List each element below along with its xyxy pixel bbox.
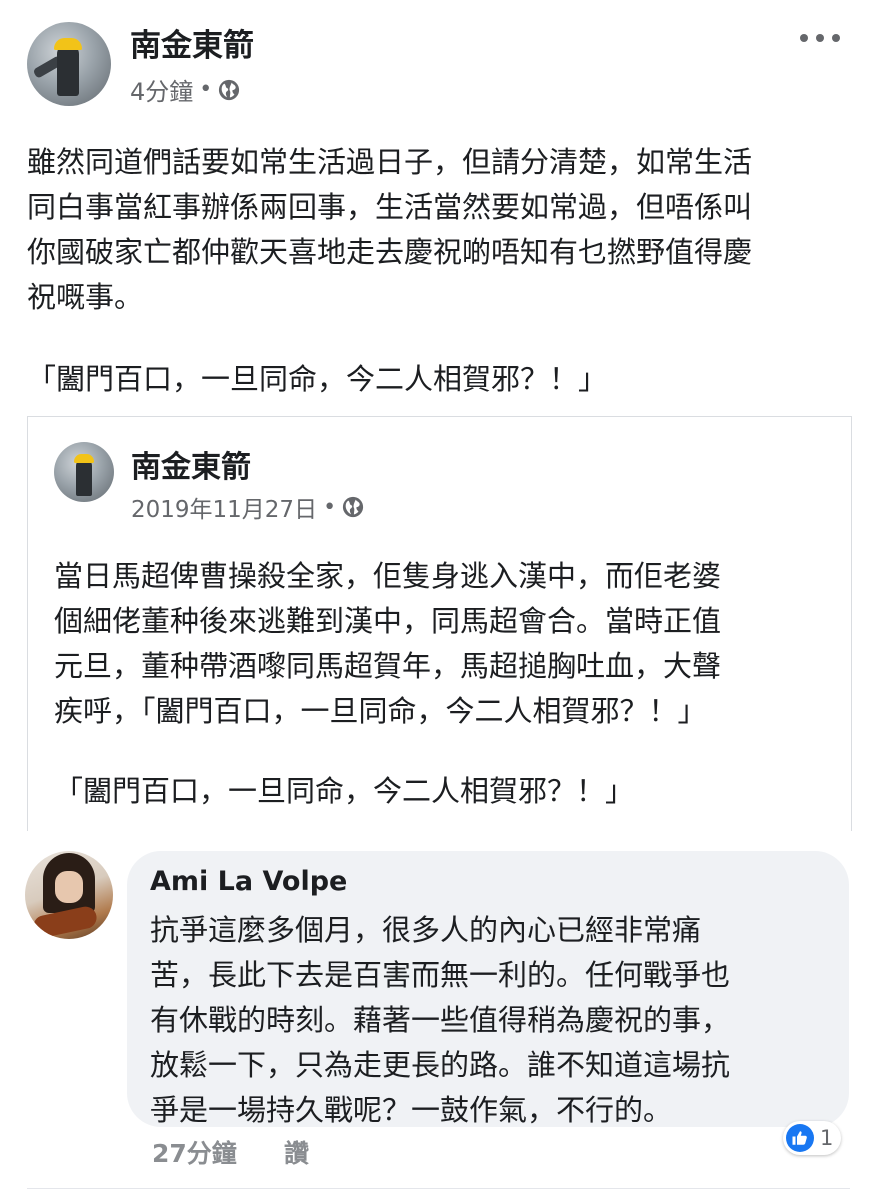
comment-author-name[interactable]: Ami La Volpe [150, 866, 347, 897]
meta-separator: • [199, 77, 213, 102]
comment-body-text: 抗爭這麼多個月，很多人的內心已經非常痛 苦，長此下去是百害而無一利的。任何戰爭也… [150, 913, 731, 1127]
more-dot [816, 34, 824, 42]
shared-post-meta: 2019年11月27日 • [131, 490, 364, 524]
post-author-avatar[interactable] [27, 22, 111, 106]
avatar-face-shape [55, 871, 83, 903]
post-timestamp[interactable]: 4分鐘 [130, 72, 193, 107]
post-quote-text: 「闔門百口，一旦同命，今二人相賀邪？！」 [27, 362, 608, 396]
reaction-count: 1 [820, 1126, 834, 1150]
meta-separator: • [323, 494, 337, 520]
more-options-icon[interactable] [800, 24, 840, 52]
post-author-name[interactable]: 南金東箭 [130, 20, 254, 65]
like-icon [786, 1124, 814, 1152]
post-meta: 4分鐘 • [130, 72, 240, 107]
comment-timestamp[interactable]: 27分鐘 [152, 1134, 237, 1170]
shared-post-body-text: 當日馬超俾曹操殺全家，佢隻身逃入漢中，而佢老婆 個細佬董种後來逃難到漢中，同馬超… [54, 559, 722, 728]
shared-author-name[interactable]: 南金東箭 [131, 442, 251, 486]
comment-reaction-summary[interactable]: 1 [783, 1121, 842, 1155]
more-dot [800, 34, 808, 42]
globe-icon[interactable] [342, 496, 364, 518]
globe-icon[interactable] [218, 79, 240, 101]
avatar-violin-shape [31, 904, 99, 939]
shared-post-date[interactable]: 2019年11月27日 [131, 490, 317, 524]
post-body-text: 雖然同道們話要如常生活過日子，但請分清楚，如常生活 同白事當紅事辦係兩回事，生活… [27, 145, 753, 314]
avatar-helmet-shape [54, 38, 82, 50]
shared-post-card[interactable]: 南金東箭 2019年11月27日 • 當日馬超俾曹操殺全家，佢隻身逃入漢中，而佢… [27, 416, 852, 831]
avatar-helmet-shape [74, 454, 94, 463]
divider [27, 1188, 850, 1189]
avatar-figure-shape [57, 44, 79, 96]
avatar-figure-shape [76, 458, 92, 496]
comment-like-button[interactable]: 讚 [284, 1134, 309, 1170]
commenter-avatar[interactable] [25, 851, 113, 939]
shared-author-avatar[interactable] [54, 442, 114, 502]
thumbs-up-glyph [792, 1131, 807, 1145]
shared-post-quote-text: 「闔門百口，一旦同命，今二人相賀邪？！」 [54, 774, 635, 808]
more-dot [832, 34, 840, 42]
